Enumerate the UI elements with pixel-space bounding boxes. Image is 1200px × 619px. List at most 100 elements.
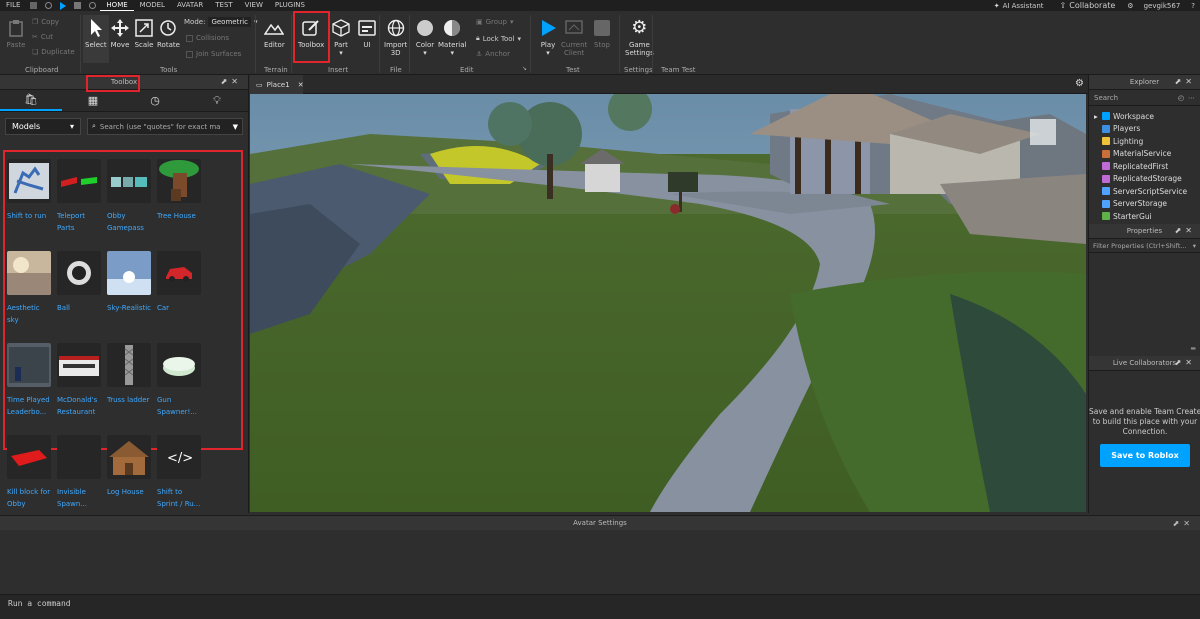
explorer-item[interactable]: StarterGui <box>1089 210 1200 221</box>
toolbox-item[interactable]: Obby Gamepass <box>107 159 155 234</box>
toolbox-item[interactable]: McDonald's Restaurant <box>57 343 105 418</box>
tab-marketplace[interactable]: 🛍︎ <box>0 90 62 111</box>
save-to-roblox-button[interactable]: Save to Roblox <box>1100 444 1190 467</box>
close-icon[interactable]: ✕ <box>1183 519 1194 528</box>
toolbox-item[interactable]: Invisible Spawn... <box>57 435 105 510</box>
move-button[interactable]: Move <box>110 18 130 49</box>
collisions-toggle[interactable]: Collisions <box>186 34 229 42</box>
mode-selector[interactable]: Mode: Geometric ▾ <box>184 17 258 27</box>
help-icon[interactable]: ? <box>1186 2 1200 10</box>
3d-viewport[interactable] <box>250 94 1086 512</box>
close-icon[interactable]: ✕ <box>231 77 242 86</box>
edit-expand-icon[interactable]: ↘ <box>522 65 527 72</box>
toolbox-item[interactable]: Sky-Realistic <box>107 251 155 314</box>
toolbox-item[interactable]: Ball <box>57 251 105 314</box>
explorer-item[interactable]: ReplicatedStorage <box>1089 173 1200 186</box>
menu-avatar[interactable]: AVATAR <box>171 0 209 11</box>
toolbox-item[interactable]: Log House <box>107 435 155 498</box>
toolbox-item[interactable]: Truss ladder <box>107 343 155 406</box>
game-settings-button[interactable]: ⚙ Game Settings <box>625 18 654 58</box>
undock-icon[interactable]: ⬈ <box>221 77 232 86</box>
ai-assistant-button[interactable]: ✦ AI Assistant <box>986 2 1052 10</box>
tab-recent[interactable]: ◷ <box>124 90 186 111</box>
shopping-bag-icon: 🛍︎ <box>24 93 38 106</box>
toolbox-item[interactable]: Tree House <box>157 159 205 222</box>
toolbox-item[interactable]: Shift to run <box>7 159 55 222</box>
explorer-item[interactable]: ServerScriptService <box>1089 185 1200 198</box>
join-surfaces-toggle[interactable]: Join Surfaces <box>186 50 241 58</box>
import-3d-button[interactable]: Import 3D <box>384 18 407 57</box>
terrain-editor-button[interactable]: Editor <box>264 18 285 49</box>
menu-model[interactable]: MODEL <box>134 0 171 11</box>
toolbox-item[interactable]: Car <box>157 251 205 314</box>
undock-icon[interactable]: ⬈ <box>1175 226 1186 235</box>
copy-button[interactable]: ❐ Copy <box>32 18 59 26</box>
view-cube[interactable] <box>1030 119 1056 145</box>
file-icon: ▭ <box>256 80 263 89</box>
scale-button[interactable]: Scale <box>134 18 154 49</box>
toolbox-item[interactable]: Gun Spawner!... <box>157 343 205 418</box>
menu-plugins[interactable]: PLUGINS <box>269 0 311 11</box>
undock-icon[interactable]: ⬈ <box>1175 358 1186 367</box>
menu-file[interactable]: FILE <box>0 0 26 11</box>
part-button[interactable]: Part ▾ <box>331 18 351 57</box>
current-client-button[interactable]: Current Client <box>561 18 587 57</box>
category-dropdown[interactable]: Models ▾ <box>5 118 81 135</box>
explorer-item[interactable]: Players <box>1089 123 1200 136</box>
toolbox-item[interactable]: Kill block for Obby <box>7 435 55 510</box>
group-button[interactable]: ▣ Group ▾ <box>476 18 513 26</box>
close-icon[interactable]: ✕ <box>1185 226 1196 235</box>
tab-inventory[interactable]: ▦ <box>62 90 124 111</box>
settings-gear-icon[interactable]: ⚙ <box>1075 78 1084 89</box>
document-tabs: ▭ Place1 ✕ ⚙ <box>250 75 1088 94</box>
close-icon[interactable]: ✕ <box>298 81 304 89</box>
undock-icon[interactable]: ⬈ <box>1173 519 1184 528</box>
close-icon[interactable]: ✕ <box>1185 77 1196 86</box>
expand-arrow-icon[interactable]: ▸ <box>1094 112 1099 121</box>
toolbox-item[interactable]: </> Shift to Sprint / Ru... <box>157 435 205 510</box>
rotate-button[interactable]: Rotate <box>157 18 180 49</box>
paste-button[interactable]: Paste <box>6 18 26 49</box>
play-button[interactable]: Play ▾ <box>538 18 558 57</box>
stop-icon[interactable] <box>74 2 82 9</box>
anchor-button[interactable]: ⚓︎ Anchor <box>476 50 510 58</box>
menu-view[interactable]: VIEW <box>239 0 269 11</box>
menu-test[interactable]: TEST <box>209 0 238 11</box>
toolbox-item[interactable]: Teleport Parts <box>57 159 105 234</box>
close-icon[interactable]: ✕ <box>1185 358 1196 367</box>
filter-icon[interactable]: ▼ <box>233 123 238 131</box>
material-button[interactable]: Material ▾ <box>438 18 466 57</box>
explorer-item[interactable]: ReplicatedFirst <box>1089 160 1200 173</box>
username[interactable]: gevgik567 <box>1138 2 1187 10</box>
command-input[interactable]: Run a command <box>0 595 1200 612</box>
explorer-item[interactable]: MaterialService <box>1089 148 1200 161</box>
explorer-item[interactable]: ▸ Workspace <box>1089 110 1200 123</box>
undo-icon[interactable] <box>45 2 53 9</box>
command-bar[interactable]: Run a command <box>0 594 1200 619</box>
notifications-icon[interactable]: ⚙ <box>1123 2 1137 10</box>
explorer-item[interactable]: ServerStorage <box>1089 198 1200 211</box>
explorer-item[interactable]: Lighting <box>1089 135 1200 148</box>
toolbox-item[interactable]: Aesthetic sky <box>7 251 55 326</box>
history-icon[interactable]: ◴ <box>1178 94 1184 102</box>
undock-icon[interactable]: ⬈ <box>1175 77 1186 86</box>
select-button[interactable]: Select <box>83 15 109 63</box>
lock-tool-button[interactable]: 🔒︎ Lock Tool ▾ <box>476 34 521 43</box>
cut-button[interactable]: ✂ Cut <box>32 33 53 41</box>
color-button[interactable]: Color ▾ <box>415 18 435 57</box>
tab-place1[interactable]: ▭ Place1 ✕ <box>250 75 304 94</box>
properties-filter[interactable]: Filter Properties (Ctrl+Shift... ▾ <box>1089 239 1200 253</box>
explorer-search[interactable]: Search ◴ ⋯ <box>1089 90 1200 106</box>
more-icon[interactable]: ⋯ <box>1188 94 1195 102</box>
menu-home[interactable]: HOME <box>100 0 134 11</box>
toolbox-search-input[interactable]: ⌕ Search (use "quotes" for exact ma ▼ <box>87 118 243 135</box>
save-icon[interactable] <box>30 2 38 9</box>
play-icon[interactable] <box>60 1 67 10</box>
tab-creations[interactable]: 💡︎ <box>186 90 248 111</box>
stop-button[interactable]: Stop <box>592 18 612 49</box>
duplicate-button[interactable]: ❏ Duplicate <box>32 48 75 56</box>
collaborate-button[interactable]: ⇧ Collaborate <box>1052 1 1124 10</box>
ui-button[interactable]: UI <box>357 18 377 49</box>
redo-icon[interactable] <box>89 2 97 9</box>
toolbox-item[interactable]: Time Played Leaderbo... <box>7 343 55 418</box>
